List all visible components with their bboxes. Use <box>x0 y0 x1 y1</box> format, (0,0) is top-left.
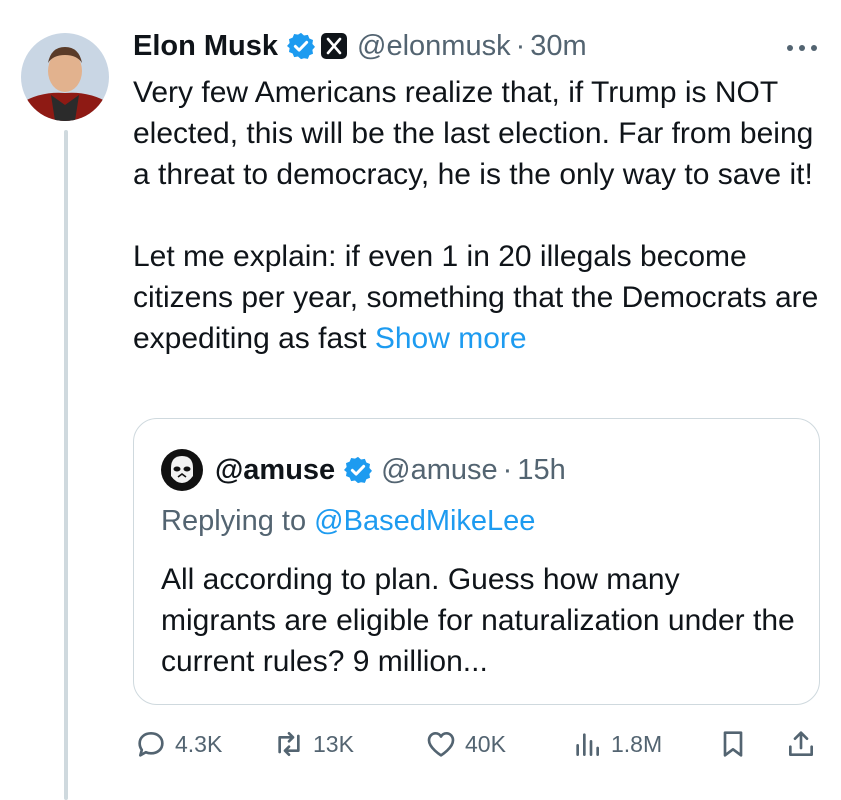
thread-line <box>64 130 68 800</box>
separator-dot: · <box>502 453 513 486</box>
author-avatar[interactable] <box>21 33 109 121</box>
quoted-tweet-header: @amuse @amuse · 15h <box>161 449 566 491</box>
views-icon <box>576 733 599 756</box>
x-affiliate-icon[interactable] <box>320 32 348 60</box>
tweet-timestamp[interactable]: 30m <box>530 30 586 63</box>
bookmark-button[interactable] <box>717 722 757 766</box>
verified-badge-icon[interactable] <box>343 455 373 485</box>
tweet-text: Very few Americans realize that, if Trum… <box>133 72 833 359</box>
tweet-header: Elon Musk @elonmusk · 30m <box>133 26 587 66</box>
author-handle[interactable]: @elonmusk <box>357 30 511 63</box>
reply-icon <box>138 732 164 757</box>
repost-icon <box>278 732 300 756</box>
quoted-author-avatar[interactable] <box>161 449 203 491</box>
repost-button[interactable]: 13K <box>273 722 354 766</box>
tweet-paragraph-2: Let me explain: if even 1 in 20 illegals… <box>133 236 833 359</box>
like-button[interactable]: 40K <box>425 722 506 766</box>
repost-count: 13K <box>313 730 354 757</box>
views-button[interactable]: 1.8M <box>571 722 662 766</box>
reply-button[interactable]: 4.3K <box>135 722 222 766</box>
quoted-author-handle[interactable]: @amuse <box>381 454 497 487</box>
separator-dot: · <box>515 29 526 62</box>
share-icon <box>789 731 813 756</box>
replying-to-line: Replying to @BasedMikeLee <box>161 505 535 538</box>
like-count: 40K <box>465 730 506 757</box>
share-button[interactable] <box>785 722 825 766</box>
tweet-paragraph-1: Very few Americans realize that, if Trum… <box>133 76 814 191</box>
author-name[interactable]: Elon Musk <box>133 30 278 63</box>
show-more-link[interactable]: Show more <box>375 322 527 355</box>
bookmark-icon <box>723 731 743 757</box>
quoted-author-name[interactable]: @amuse <box>215 454 335 487</box>
replying-to-prefix: Replying to <box>161 505 307 537</box>
action-bar: 4.3K 13K 40K 1.8M <box>133 722 823 766</box>
quoted-tweet-text: All according to plan. Guess how many mi… <box>161 563 795 678</box>
view-count: 1.8M <box>611 730 663 757</box>
stormtrooper-avatar-image <box>161 449 203 491</box>
quoted-tweet[interactable]: @amuse @amuse · 15h Replying to @BasedMi… <box>133 418 820 705</box>
mention-link[interactable]: @BasedMikeLee <box>314 505 535 537</box>
like-icon <box>427 732 455 757</box>
quoted-timestamp[interactable]: 15h <box>517 454 565 487</box>
reply-count: 4.3K <box>175 730 223 757</box>
verified-badge-icon[interactable] <box>286 31 316 61</box>
avatar-image <box>21 33 109 121</box>
more-icon[interactable] <box>782 40 822 56</box>
